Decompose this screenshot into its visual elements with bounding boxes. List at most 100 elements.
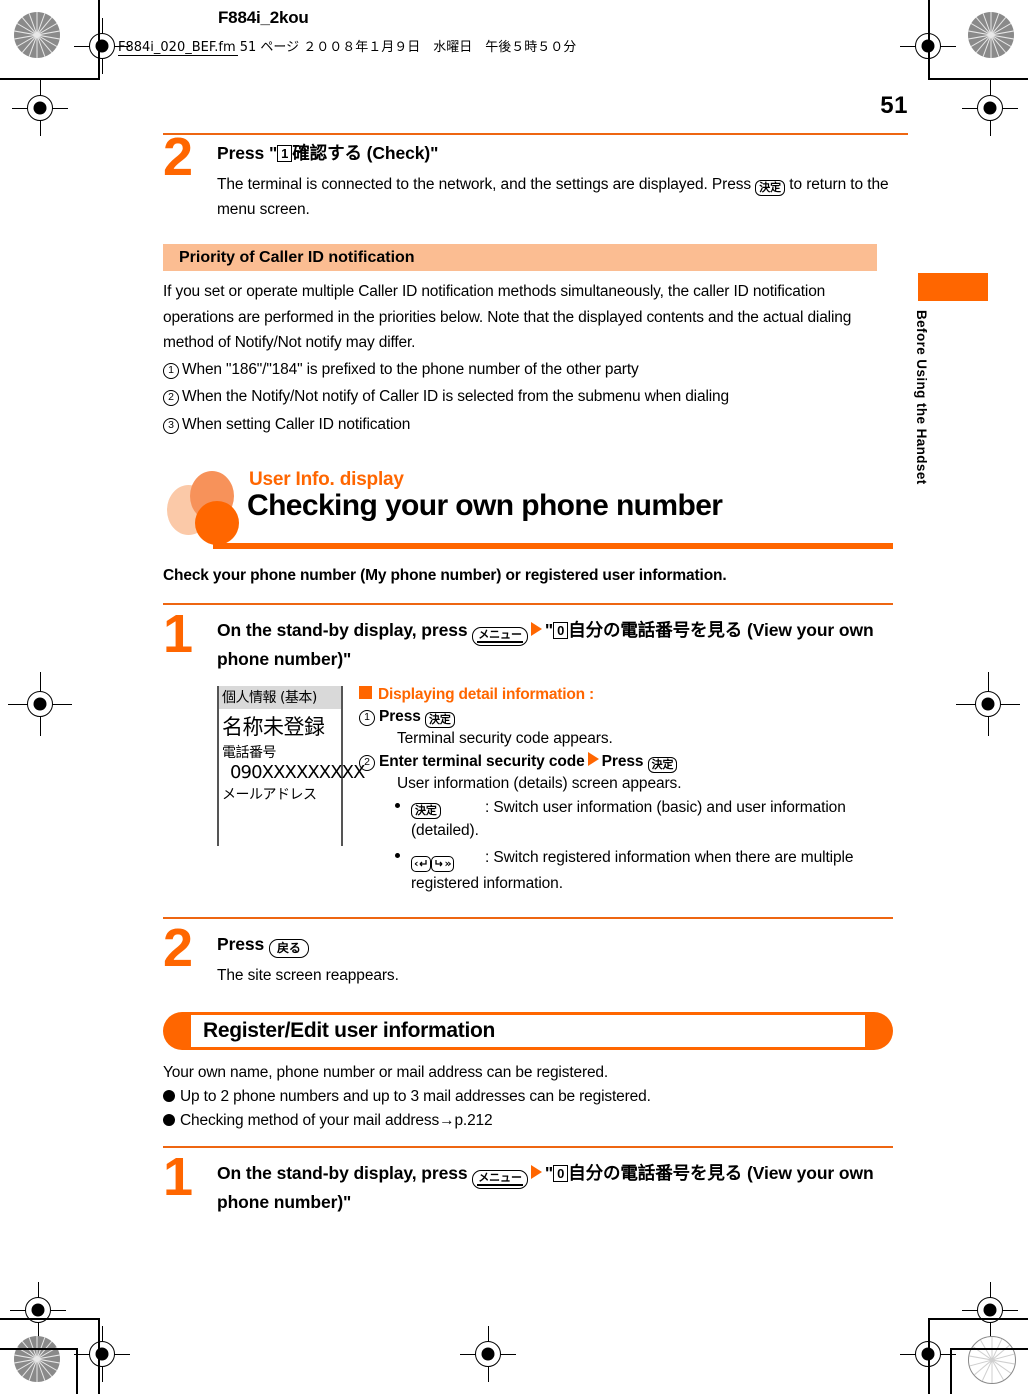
regmark-dot [33, 697, 47, 711]
numeric-key-icon: 0 [553, 621, 569, 639]
phone-screen-label-phone: 電話番号 [222, 745, 277, 762]
job-name-text: F884i_2kou [218, 8, 309, 27]
illustration-and-detail-row: 個人情報 (基本) 名称未登録 電話番号 090XXXXXXXXX メールアドレ… [163, 686, 893, 895]
register-bullet-1-text: Up to 2 phone numbers and up to 3 mail a… [180, 1088, 651, 1106]
arrow-triangle-icon [530, 1165, 542, 1180]
circled-number-icon: 1 [359, 710, 375, 727]
detail-info-column: Displaying detail information : 1 Press 決… [359, 686, 893, 895]
regmark-dot [981, 697, 995, 711]
arrow-triangle-icon [530, 621, 542, 636]
step-block-press-back: 2 Press 戻る The site screen reappears. [163, 921, 893, 988]
register-bullet-1: Up to 2 phone numbers and up to 3 mail a… [163, 1088, 893, 1106]
step-two-label: Press [217, 934, 265, 955]
detail-step-1-result: Terminal security code appears. [397, 730, 613, 748]
color-calibration-patch-top-left [14, 12, 60, 58]
document-job-name: F884i_2kou [218, 8, 309, 28]
arrow-triangle-icon [587, 752, 599, 767]
phone-screen-number: 090XXXXXXXXX [230, 762, 365, 784]
phone-screen-mockup: 個人情報 (基本) 名称未登録 電話番号 090XXXXXXXXX メールアドレ… [217, 686, 365, 847]
detail-step-2-label2: Press [601, 753, 644, 771]
bullet-dot-icon [163, 1114, 175, 1127]
bullet-dot-icon [395, 852, 400, 858]
crop-mark-inner-bl-v [76, 1348, 78, 1394]
registration-mark-mid-right [962, 80, 1018, 136]
step-block-open-my-number-2: 1 On the stand-by display, press メニュー " 0 自… [163, 1150, 893, 1215]
regmark-dot [31, 1303, 45, 1317]
kettei-key-icon: 決定 [647, 757, 678, 774]
crop-mark-tl-v [98, 0, 100, 80]
left-right-key-pair-icon: ‹» [411, 849, 455, 872]
step-number: 1 [163, 1147, 194, 1208]
filename-metadata-line: F884i_020_BEF.fm 51 ページ ２００８年１月９日 水曜日 午後… [118, 36, 576, 55]
register-bullet-2: Checking method of your mail address→p.2… [163, 1112, 893, 1130]
bullet-key-slot: 決定 [411, 796, 485, 820]
step-body-pre: The terminal is connected to the network… [217, 176, 756, 194]
regmark-dot [983, 1303, 997, 1317]
page-number: 51 [880, 92, 908, 119]
detail-bullet-1: 決定: Switch user information (basic) and … [359, 796, 893, 843]
step-title-post: (Check)" [361, 143, 439, 163]
subsection-heading-priority: Priority of Caller ID notification [163, 244, 877, 272]
step-text-a: On the stand-by display, press [217, 619, 473, 640]
kettei-key-icon: 決定 [755, 180, 786, 197]
color-calibration-patch-top-right [968, 12, 1014, 58]
step-text-jp: 自分の電話番号を見る [568, 620, 743, 641]
crop-mark-inner-bl-h [0, 1348, 78, 1350]
phone-screen-label-mail: メールアドレス [222, 787, 317, 804]
priority-item-3: 3 When setting Caller ID notification [163, 412, 893, 437]
detail-step-2: 2 Enter terminal security code Press 決定 [359, 752, 893, 774]
step-text-b: " [544, 1163, 554, 1184]
crop-mark-br-v [928, 1318, 930, 1394]
section-title-rule [213, 542, 893, 549]
detail-bullet-2: ‹»: Switch registered information when t… [359, 846, 893, 896]
bullet-dot-icon [163, 1090, 175, 1103]
regmark-dot [33, 101, 47, 115]
register-edit-banner: Register/Edit user information [163, 1012, 893, 1051]
registration-mark-bottom-center-left [74, 1326, 130, 1382]
banner-label: Register/Edit user information [203, 1019, 496, 1043]
section-title: Checking your own phone number [247, 488, 723, 522]
section-divider-3 [163, 1146, 893, 1149]
step-title: Press " 1 確認する (Check)" [217, 140, 893, 167]
step-title: On the stand-by display, press メニュー " 0 自分の… [217, 617, 893, 672]
step-number: 2 [163, 127, 194, 187]
crop-mark-tr-h [928, 78, 1028, 80]
menu-key-icon: メニュー [472, 626, 528, 646]
regmark-dot [983, 101, 997, 115]
detail-step-1: 1 Press 決定 [359, 708, 893, 729]
detail-step-2-label: Enter terminal security code [379, 753, 585, 771]
registration-mark-left-center [8, 672, 72, 736]
registration-mark-bottom-left [10, 1282, 66, 1338]
detail-step-2-result: User information (details) screen appear… [397, 775, 682, 793]
section-divider-1 [163, 602, 893, 605]
circled-number-icon: 2 [163, 390, 179, 407]
filename-underline [118, 55, 238, 56]
crop-mark-br-h [928, 1318, 1028, 1320]
circled-number-icon: 3 [163, 417, 179, 434]
detail-info-heading: Displaying detail information : [359, 686, 893, 704]
section-title-block: User Info. display Checking your own pho… [163, 463, 893, 549]
step-block-press-check: 2 Press " 1 確認する (Check)" The terminal is … [163, 130, 893, 222]
priority-item-2: 2 When the Notify/Not notify of Caller ID… [163, 384, 893, 409]
step-number: 2 [163, 918, 194, 979]
kettei-key-icon: 決定 [424, 712, 455, 729]
kettei-key-icon: 決定 [411, 803, 441, 820]
register-intro-text: Your own name, phone number or mail addr… [163, 1064, 609, 1082]
section-eyebrow: User Info. display [249, 468, 404, 490]
color-calibration-patch-bottom-left [14, 1336, 60, 1382]
crop-mark-bl-v [98, 1318, 100, 1394]
step-title-jp: 確認する [292, 144, 362, 164]
numeric-key-icon: 0 [553, 1165, 569, 1183]
step-title: Press 戻る [217, 931, 893, 959]
priority-item-text: When "186"/"184" is prefixed to the phon… [182, 361, 639, 379]
registration-mark-mid-left [12, 80, 68, 136]
detail-step-1-label: Press [379, 708, 421, 726]
registration-mark-bottom-right [962, 1282, 1018, 1338]
crop-mark-tr-v [928, 0, 930, 80]
priority-item-text: When setting Caller ID notification [182, 415, 411, 433]
circled-number-icon: 1 [163, 363, 179, 380]
chapter-tab-marker [918, 273, 988, 301]
step-text-jp: 自分の電話番号を見る [568, 1164, 743, 1185]
color-calibration-patch-bottom-right [968, 1336, 1016, 1384]
bullet-dot-icon [395, 803, 400, 809]
